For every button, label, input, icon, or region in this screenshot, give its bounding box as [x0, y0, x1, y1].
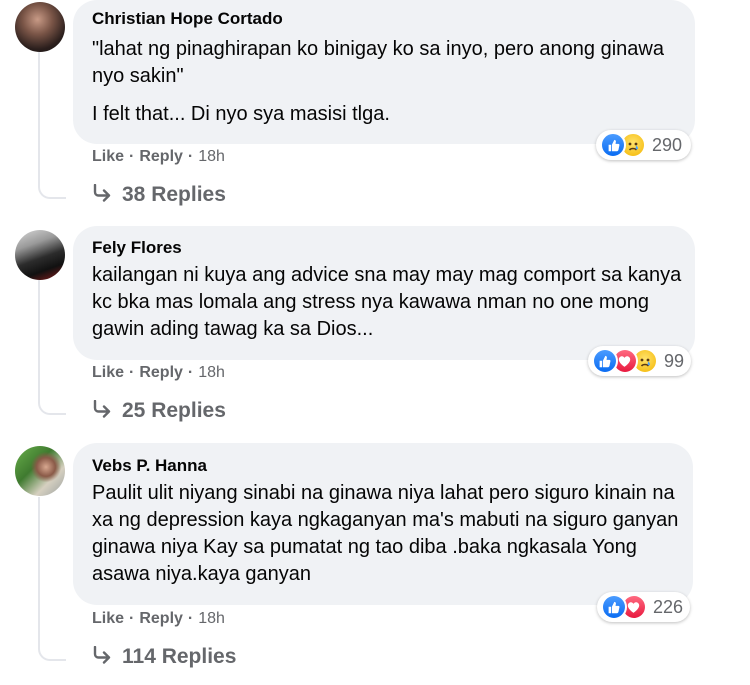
avatar[interactable]	[15, 446, 65, 496]
comment-actions: Like · Reply · 18h	[92, 609, 225, 629]
timestamp[interactable]: 18h	[198, 609, 225, 629]
view-replies-button[interactable]: 114 Replies	[92, 645, 236, 669]
comment-author[interactable]: Christian Hope Cortado	[92, 8, 677, 30]
comment-actions: Like · Reply · 18h	[92, 363, 225, 383]
comment-author[interactable]: Vebs P. Hanna	[92, 455, 675, 477]
view-replies-button[interactable]: 25 Replies	[92, 399, 226, 423]
separator: ·	[129, 610, 135, 627]
separator: ·	[187, 610, 194, 627]
replies-count-label: 114 Replies	[122, 645, 237, 668]
like-button[interactable]: Like	[92, 147, 124, 167]
timestamp[interactable]: 18h	[198, 363, 225, 383]
comment-author[interactable]: Fely Flores	[92, 237, 677, 259]
comment-bubble: Christian Hope Cortado "lahat ng pinaghi…	[73, 0, 695, 144]
thread-line	[38, 280, 66, 415]
separator: ·	[129, 148, 135, 165]
thread-line	[38, 52, 66, 199]
like-reaction-icon	[600, 132, 626, 158]
comment-text: Paulit ulit niyang sinabi na ginawa niya…	[92, 482, 679, 585]
timestamp[interactable]: 18h	[198, 147, 225, 167]
separator: ·	[187, 364, 194, 381]
comment-text: kailangan ni kuya ang advice sna may may…	[92, 264, 682, 340]
replies-count-label: 25 Replies	[122, 399, 226, 422]
comment-actions: Like · Reply · 18h	[92, 147, 225, 167]
avatar[interactable]	[15, 230, 65, 280]
like-button[interactable]: Like	[92, 609, 124, 629]
replies-count-label: 38 Replies	[122, 183, 226, 206]
comment-bubble: Fely Flores kailangan ni kuya ang advice…	[73, 226, 695, 360]
separator: ·	[129, 364, 135, 381]
reply-arrow-icon	[92, 183, 112, 208]
reply-button[interactable]: Reply	[139, 147, 183, 167]
like-reaction-icon	[592, 348, 618, 374]
reaction-count: 99	[663, 350, 684, 371]
reply-button[interactable]: Reply	[139, 363, 183, 383]
view-replies-button[interactable]: 38 Replies	[92, 183, 226, 207]
reply-arrow-icon	[92, 645, 112, 670]
like-reaction-icon	[601, 594, 627, 620]
reply-arrow-icon	[92, 399, 112, 424]
separator: ·	[187, 148, 194, 165]
reaction-summary[interactable]: 226	[597, 592, 690, 622]
reaction-summary[interactable]: 290	[596, 130, 691, 160]
reply-button[interactable]: Reply	[139, 609, 183, 629]
thread-line	[38, 497, 66, 661]
reaction-count: 226	[652, 596, 683, 617]
comment-text: "lahat ng pinaghirapan ko binigay ko sa …	[92, 38, 664, 87]
like-button[interactable]: Like	[92, 363, 124, 383]
avatar[interactable]	[15, 2, 65, 52]
comment-text: I felt that... Di nyo sya masisi tlga.	[92, 103, 390, 125]
comment-bubble: Vebs P. Hanna Paulit ulit niyang sinabi …	[73, 443, 693, 605]
reaction-count: 290	[652, 134, 683, 155]
reaction-summary[interactable]: 99	[588, 346, 691, 376]
